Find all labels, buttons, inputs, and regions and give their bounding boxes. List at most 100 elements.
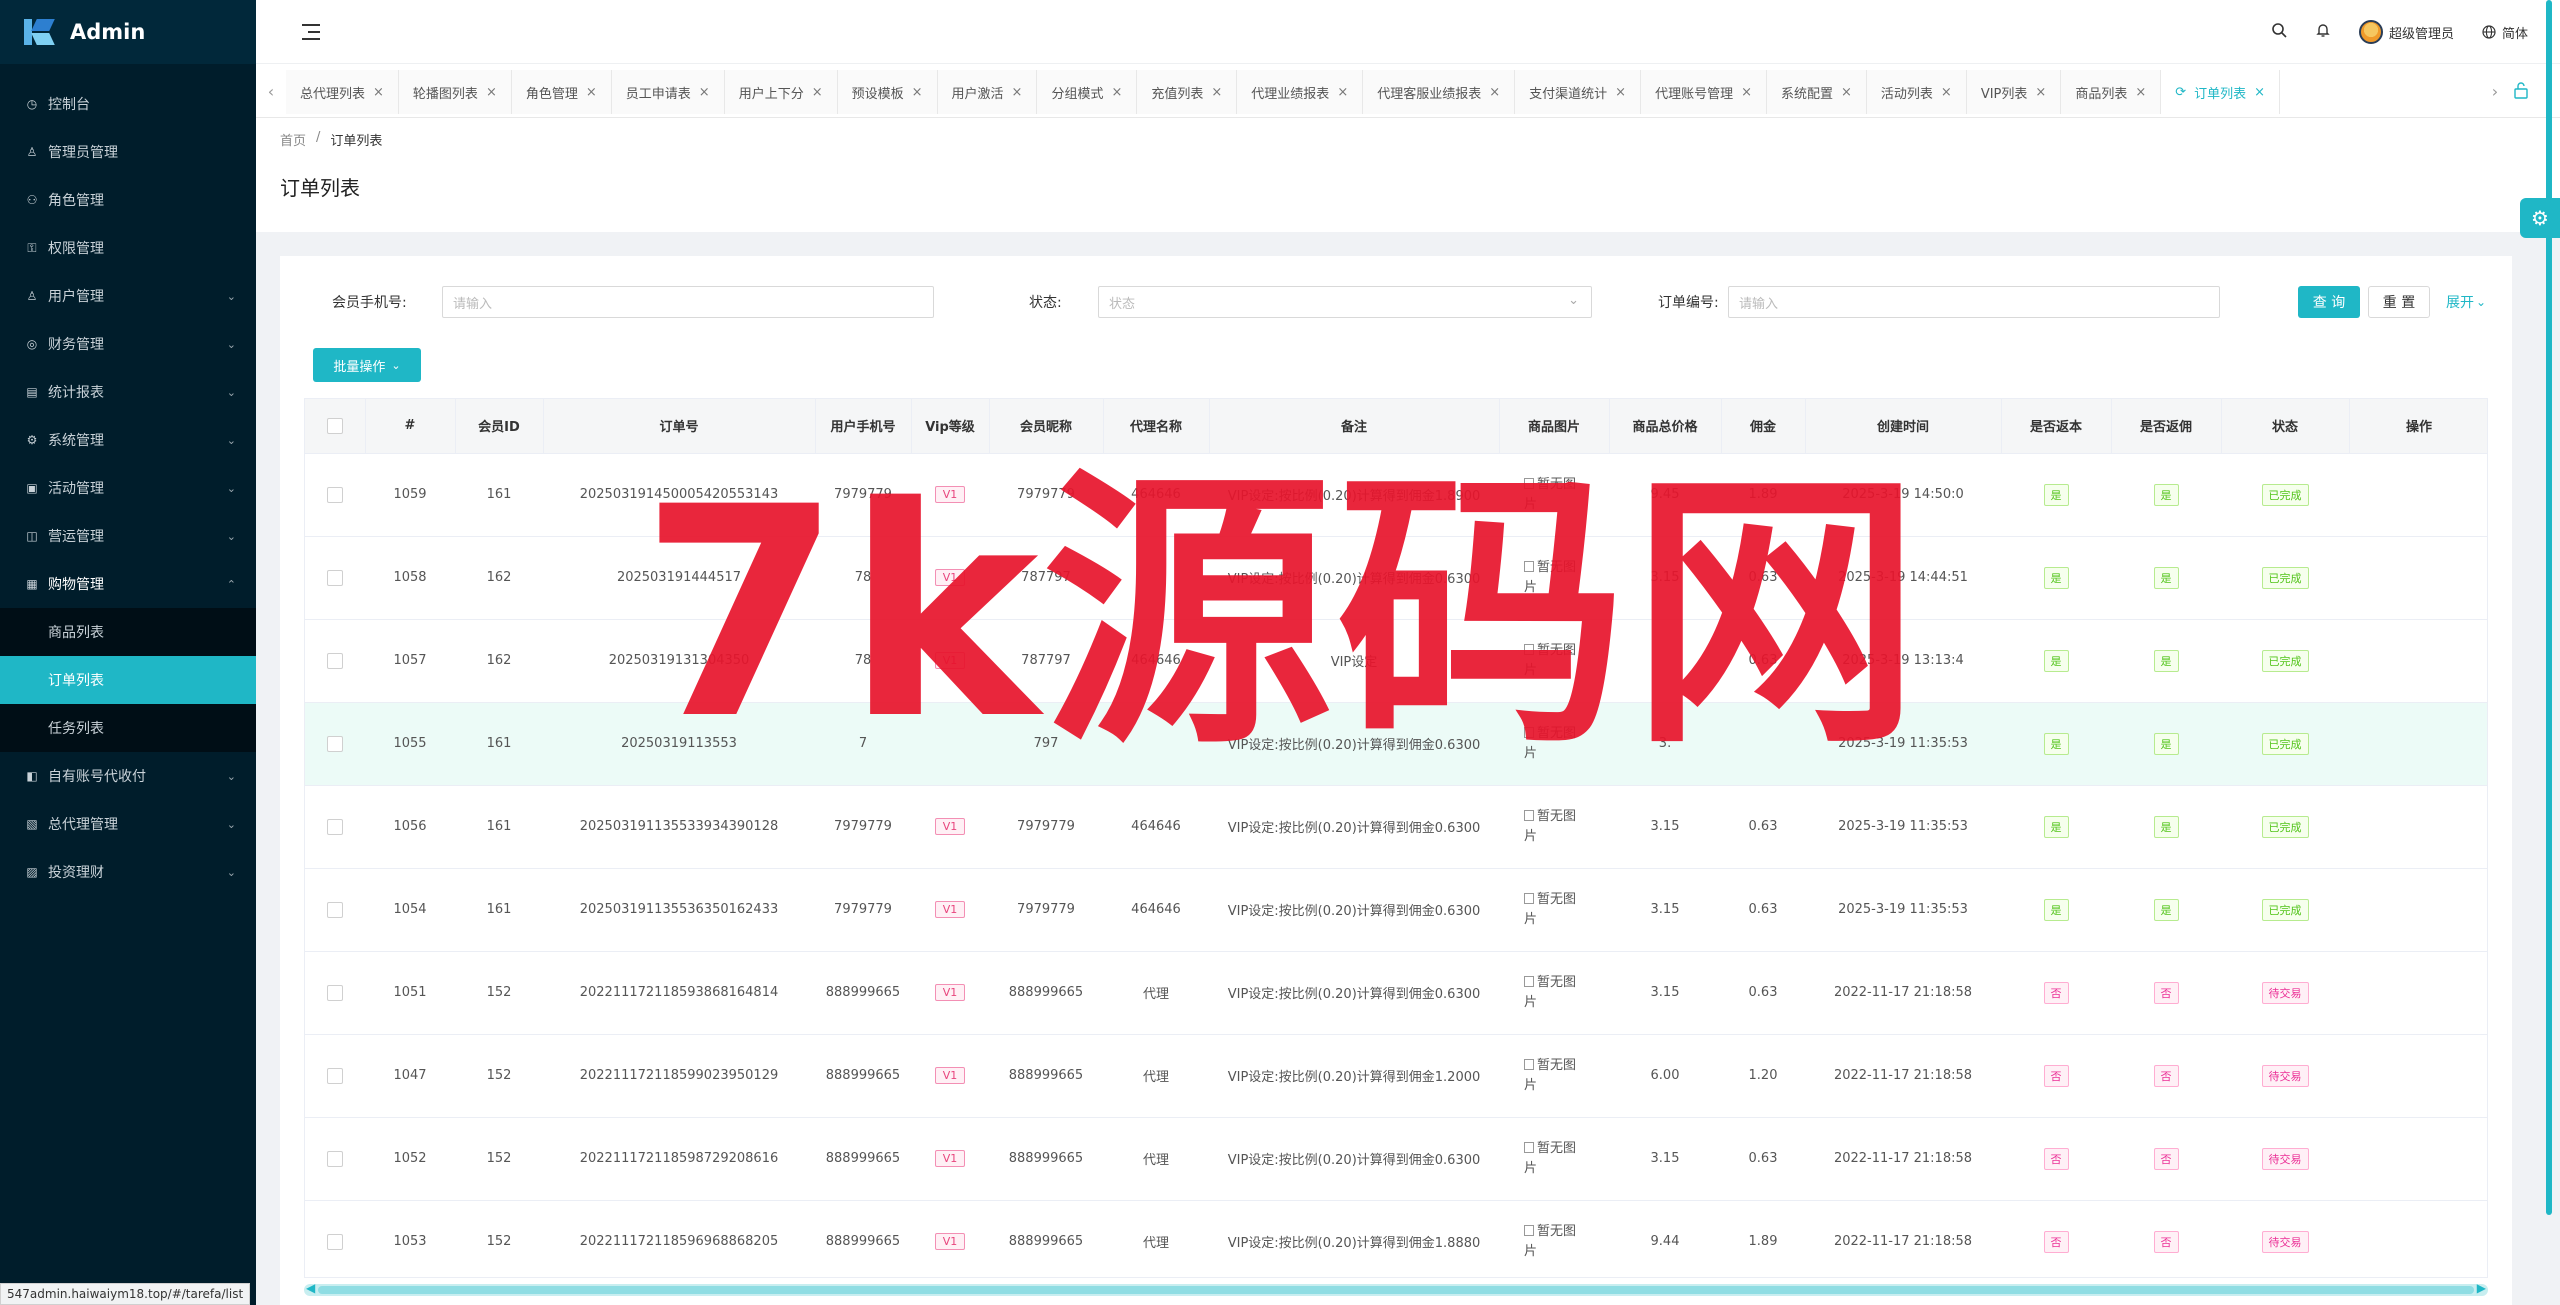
sidebar-item[interactable]: 订单列表 [0,656,256,704]
table-row[interactable]: 1057 162 20250319131304350 78 V1 787797 464646… [305,619,2487,703]
tab[interactable]: 用户激活 × [937,70,1038,114]
close-icon[interactable]: × [1741,85,1752,100]
sidebar-item[interactable]: ⚙ 系统管理 ⌄ [0,416,256,464]
close-icon[interactable]: × [2135,85,2146,100]
tab[interactable]: 分组模式 × [1037,70,1138,114]
select-all-checkbox[interactable] [326,417,343,434]
table-row[interactable]: 1052 152 2022111721185987292086​16 88899966… [305,1117,2487,1201]
tab-scroll-left-icon[interactable]: ‹ [256,64,286,118]
close-icon[interactable]: × [373,85,384,100]
tab[interactable]: 活动列表 × [1866,70,1967,114]
sidebar-item[interactable]: ◫ 营运管理 ⌄ [0,512,256,560]
close-icon[interactable]: × [1615,85,1626,100]
tab[interactable]: 商品列表 × [2061,70,2162,114]
table-row[interactable]: 1059 161 2025031914500054205531​43 7979779 V… [305,453,2487,537]
row-checkbox[interactable] [327,818,343,835]
sidebar-item[interactable]: 任务列表 [0,704,256,752]
sidebar-item[interactable]: ◧ 自有账号代收付 ⌄ [0,752,256,800]
row-checkbox[interactable] [327,569,343,586]
row-checkbox[interactable] [327,1067,343,1084]
sidebar-item[interactable]: ▧ 总代理管理 ⌄ [0,800,256,848]
sidebar-item[interactable]: ◎ 财务管理 ⌄ [0,320,256,368]
settings-gear-icon[interactable]: ⚙ [2520,198,2560,238]
reset-button[interactable]: 重 置 [2368,286,2430,318]
language-switch[interactable]: 简体 [2482,23,2528,42]
tab[interactable]: 代理客服业绩报表 × [1363,70,1516,114]
tab[interactable]: VIP列表 × [1966,70,2062,114]
sidebar-item[interactable]: ⚿ 权限管理 [0,224,256,272]
search-button[interactable]: 查 询 [2298,286,2360,318]
row-checkbox[interactable] [327,1150,343,1167]
table-row[interactable]: 1055 161 20250319113553 7 797 VIP设定:按比例(0.20)… [305,702,2487,786]
row-checkbox[interactable] [327,984,343,1001]
close-icon[interactable]: × [1111,85,1122,100]
sidebar-item[interactable]: ▦ 购物管理 ⌃ [0,560,256,608]
cell-id: 1055 [365,702,455,786]
scroll-right-icon[interactable]: ▶ [2477,1281,2486,1295]
tab[interactable]: 用户上下分 × [724,70,838,114]
table-row[interactable]: 1051 152 2022111721185938681648​14 88899966… [305,951,2487,1035]
search-icon[interactable] [2271,22,2287,42]
tab[interactable]: 轮播图列表 × [398,70,512,114]
tab-scroll-right-icon[interactable]: › [2480,64,2510,118]
sidebar-item[interactable]: 商品列表 [0,608,256,656]
close-icon[interactable]: × [586,85,597,100]
tab[interactable]: 员工申请表 × [611,70,725,114]
menu-collapse-icon[interactable] [302,23,320,40]
tab[interactable]: 系统配置 × [1766,70,1867,114]
horizontal-scrollbar[interactable]: ◀ ▶ [304,1281,2488,1296]
close-icon[interactable]: × [1489,85,1500,100]
sidebar-item[interactable]: ▣ 活动管理 ⌄ [0,464,256,512]
sidebar-item[interactable]: ♙ 管理员管理 [0,128,256,176]
vertical-scrollbar[interactable] [2546,0,2552,1215]
tab[interactable]: 预设模板 × [837,70,938,114]
tab[interactable]: 代理账号管理 × [1641,70,1767,114]
close-icon[interactable]: × [1841,85,1852,100]
tab[interactable]: 角色管理 × [511,70,612,114]
bell-icon[interactable] [2315,22,2331,42]
sidebar-item[interactable]: ♙ 用户管理 ⌄ [0,272,256,320]
close-icon[interactable]: × [1941,85,1952,100]
row-checkbox[interactable] [327,1233,343,1250]
close-icon[interactable]: × [1211,85,1222,100]
user-menu[interactable]: 超级管理员 [2358,20,2454,44]
tab[interactable]: ⟳ 订单列表 × [2161,70,2281,114]
table-row[interactable]: 1058 162 202503191444517 78 V1 787797 VIP设定:按比… [305,536,2487,620]
close-icon[interactable]: × [699,85,710,100]
scroll-left-icon[interactable]: ◀ [306,1281,315,1295]
expand-link[interactable]: 展开 ⌄ [2440,286,2492,318]
tab[interactable]: 支付渠道统计 × [1515,70,1642,114]
order-input[interactable]: 请输入 [1728,286,2220,318]
table-row[interactable]: 1056 161 2025031911355339343901​28 7979779 V… [305,785,2487,869]
row-checkbox[interactable] [327,735,343,752]
phone-input[interactable]: 请输入 [442,286,934,318]
scroll-thumb[interactable] [318,1286,2474,1294]
row-checkbox[interactable] [327,486,343,503]
close-icon[interactable]: × [2254,85,2265,100]
table-row[interactable]: 1047 152 2022111721185990239501​29 88899966… [305,1034,2487,1118]
brand[interactable]: Admin [0,0,256,64]
tab[interactable]: 代理业绩报表 × [1237,70,1364,114]
row-checkbox[interactable] [327,901,343,918]
sidebar-item[interactable]: ▨ 投资理财 ⌄ [0,848,256,896]
batch-operation-button[interactable]: 批量操作 ⌄ [313,348,421,382]
refresh-icon[interactable]: ⟳ [2175,85,2186,100]
tab[interactable]: 总代理列表 × [286,70,399,114]
sidebar-item[interactable]: ⚇ 角色管理 [0,176,256,224]
tab-label: 轮播图列表 [412,86,478,102]
close-icon[interactable]: × [1012,85,1023,100]
status-select[interactable]: 状态 ⌄ [1098,286,1592,318]
breadcrumb-home[interactable]: 首页 [280,130,306,149]
lock-icon[interactable] [2514,81,2528,99]
sidebar-item[interactable]: ◷ 控制台 [0,80,256,128]
tab[interactable]: 充值列表 × [1137,70,1238,114]
close-icon[interactable]: × [1337,85,1348,100]
table-row[interactable]: 1053 152 2022111721185969688682​05 88899966… [305,1200,2487,1277]
row-checkbox[interactable] [327,652,343,669]
close-icon[interactable]: × [812,85,823,100]
close-icon[interactable]: × [2035,85,2046,100]
close-icon[interactable]: × [912,85,923,100]
table-row[interactable]: 1054 161 2025031911355363501624​33 7979779 V… [305,868,2487,952]
sidebar-item[interactable]: ▤ 统计报表 ⌄ [0,368,256,416]
close-icon[interactable]: × [486,85,497,100]
